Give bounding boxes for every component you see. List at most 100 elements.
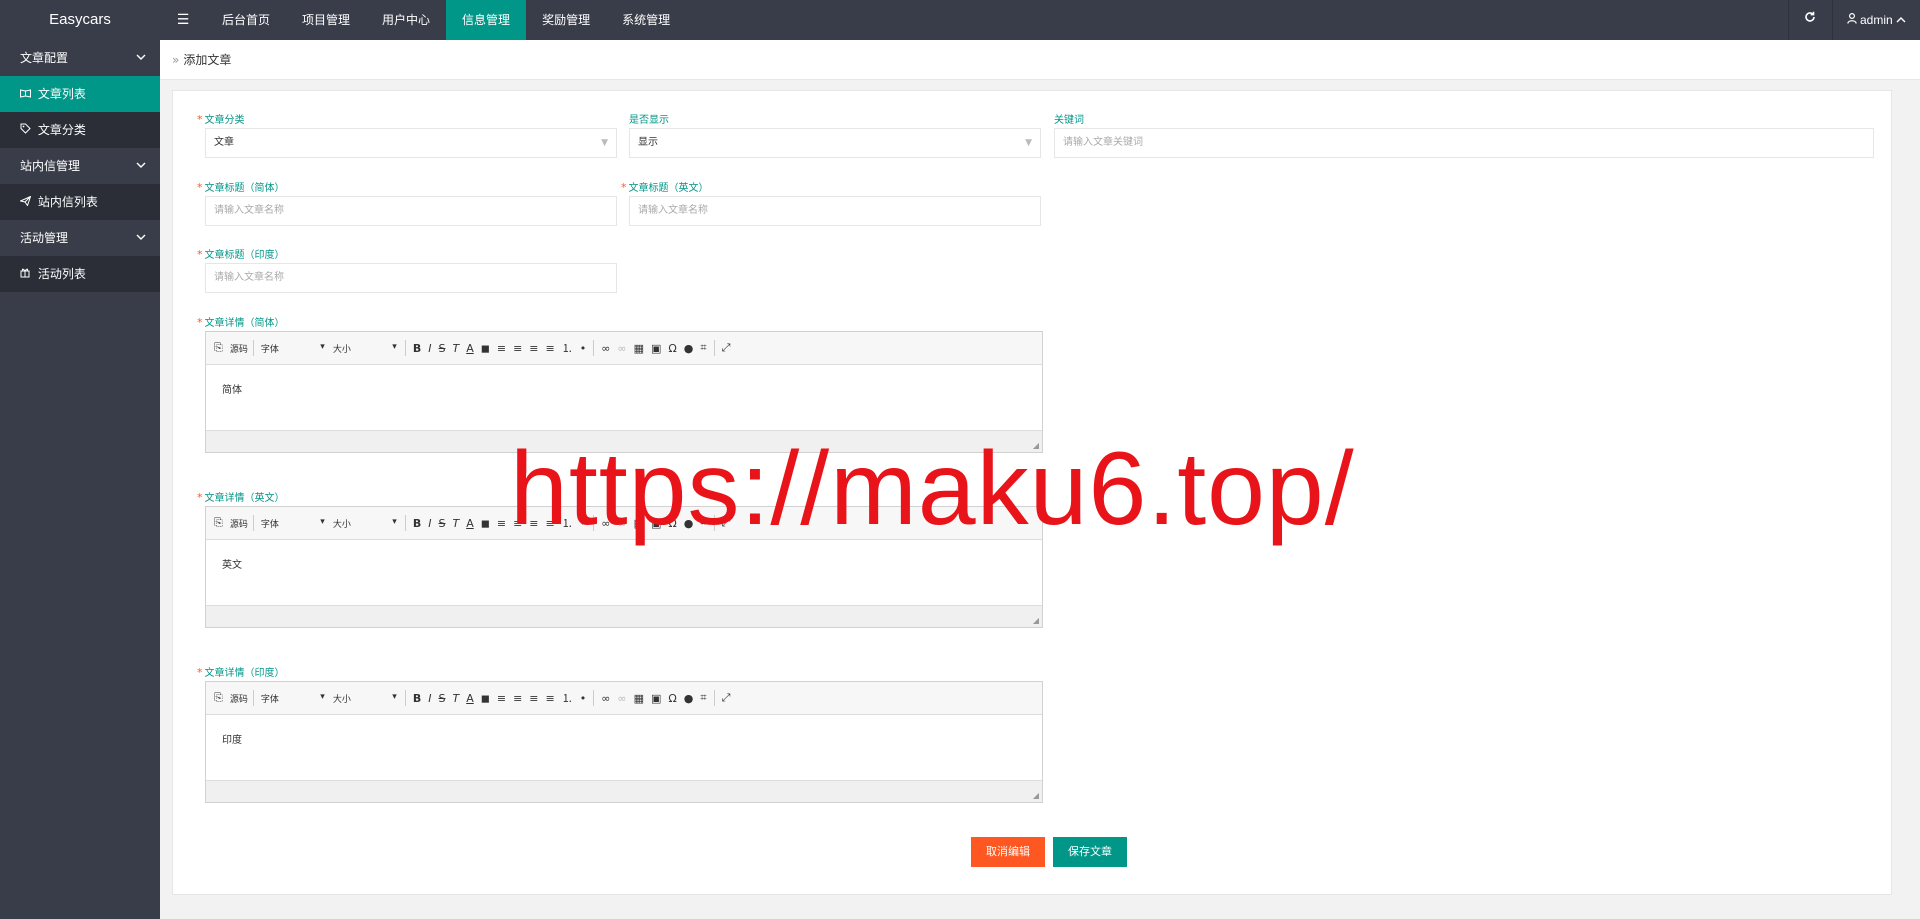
- top-right: admin: [1787, 0, 1920, 40]
- align-left-icon[interactable]: ≡: [497, 342, 506, 355]
- strikethrough-icon[interactable]: S: [438, 517, 445, 530]
- unordered-list-icon[interactable]: •: [580, 692, 587, 705]
- user-menu[interactable]: admin: [1831, 0, 1920, 40]
- table-icon[interactable]: ▦: [634, 692, 644, 705]
- ordered-list-icon[interactable]: ⒈: [562, 690, 573, 706]
- detail-in-label: * 文章详情（印度）: [197, 666, 285, 679]
- sidebar-item-message-list[interactable]: 站内信列表: [0, 184, 160, 220]
- align-right-icon[interactable]: ≡: [529, 342, 538, 355]
- cancel-button[interactable]: 取消编辑: [971, 837, 1045, 867]
- clear-format-icon[interactable]: T: [452, 342, 459, 355]
- app-logo[interactable]: Easycars: [0, 0, 160, 40]
- source-icon[interactable]: ⎘: [214, 341, 223, 355]
- emoji-icon[interactable]: ●: [684, 692, 694, 705]
- sidebar-group-article-config[interactable]: 文章配置: [0, 40, 160, 76]
- font-dropdown[interactable]: 字体 ▾: [261, 692, 325, 705]
- gift-icon: [20, 257, 34, 293]
- align-center-icon[interactable]: ≡: [513, 692, 522, 705]
- save-button[interactable]: 保存文章: [1053, 837, 1127, 867]
- menu-toggle-icon[interactable]: ☰: [160, 0, 206, 40]
- source-icon[interactable]: ⎘: [214, 516, 223, 530]
- sidebar-item-activity-list[interactable]: 活动列表: [0, 256, 160, 292]
- align-left-icon[interactable]: ≡: [497, 692, 506, 705]
- unlink-icon[interactable]: ∞: [617, 692, 626, 705]
- sidebar-item-article-list[interactable]: 文章列表: [0, 76, 160, 112]
- align-justify-icon[interactable]: ≡: [546, 692, 555, 705]
- code-icon[interactable]: ⌗: [700, 341, 706, 355]
- align-left-icon[interactable]: ≡: [497, 517, 506, 530]
- keywords-input[interactable]: 请输入文章关键词: [1054, 128, 1874, 158]
- editor-content[interactable]: 英文: [206, 540, 1042, 605]
- font-color-icon[interactable]: A: [466, 342, 474, 355]
- strikethrough-icon[interactable]: S: [438, 692, 445, 705]
- size-dropdown[interactable]: 大小 ▾: [333, 692, 397, 705]
- font-color-icon[interactable]: A: [466, 692, 474, 705]
- nav-item-rewards[interactable]: 奖励管理: [526, 0, 606, 40]
- strikethrough-icon[interactable]: S: [438, 342, 445, 355]
- background-color-icon[interactable]: ◼: [481, 342, 490, 355]
- refresh-icon[interactable]: [1787, 0, 1832, 40]
- breadcrumb-arrow-icon: »: [172, 53, 180, 67]
- bold-icon[interactable]: B: [413, 517, 421, 530]
- font-dropdown[interactable]: 字体 ▾: [261, 342, 325, 355]
- book-icon: [20, 77, 34, 113]
- italic-icon[interactable]: I: [428, 342, 431, 355]
- background-color-icon[interactable]: ◼: [481, 517, 490, 530]
- rich-editor-in[interactable]: ⎘ 源码 字体 ▾ 大小 ▾ B I S T A ◼ ≡ ≡ ≡ ≡ ⒈ • ∞ ∞ …: [205, 681, 1043, 803]
- editor-content[interactable]: 印度: [206, 715, 1042, 780]
- code-icon[interactable]: ⌗: [700, 691, 706, 705]
- sidebar-group-label: 文章配置: [20, 51, 69, 65]
- italic-icon[interactable]: I: [428, 517, 431, 530]
- font-color-icon[interactable]: A: [466, 517, 474, 530]
- ordered-list-icon[interactable]: ⒈: [562, 340, 573, 356]
- source-button[interactable]: 源码: [230, 517, 248, 530]
- table-icon[interactable]: ▦: [634, 342, 644, 355]
- sidebar-item-article-category[interactable]: 文章分类: [0, 112, 160, 148]
- fullscreen-icon[interactable]: ⤢: [722, 341, 731, 355]
- link-icon[interactable]: ∞: [601, 692, 610, 705]
- background-color-icon[interactable]: ◼: [481, 692, 490, 705]
- nav-item-users[interactable]: 用户中心: [366, 0, 446, 40]
- emoji-icon[interactable]: ●: [684, 342, 694, 355]
- italic-icon[interactable]: I: [428, 692, 431, 705]
- align-center-icon[interactable]: ≡: [513, 342, 522, 355]
- category-select[interactable]: 文章 ▼: [205, 128, 617, 158]
- nav-item-system[interactable]: 系统管理: [606, 0, 686, 40]
- clear-format-icon[interactable]: T: [452, 692, 459, 705]
- image-icon[interactable]: ▣: [651, 692, 661, 705]
- font-dropdown[interactable]: 字体 ▾: [261, 517, 325, 530]
- special-char-icon[interactable]: Ω: [668, 342, 676, 355]
- editor-content[interactable]: 简体: [206, 365, 1042, 430]
- fullscreen-icon[interactable]: ⤢: [722, 691, 731, 705]
- title-in-input[interactable]: 请输入文章名称: [205, 263, 617, 293]
- chevron-down-icon: [136, 148, 146, 184]
- top-bar: Easycars ☰ 后台首页 项目管理 用户中心 信息管理 奖励管理 系统管理…: [0, 0, 1920, 40]
- bold-icon[interactable]: B: [413, 692, 421, 705]
- keywords-label: 关键词: [1054, 115, 1084, 126]
- image-icon[interactable]: ▣: [651, 342, 661, 355]
- nav-item-info[interactable]: 信息管理: [446, 0, 527, 40]
- size-dropdown[interactable]: 大小 ▾: [333, 517, 397, 530]
- resize-handle-icon[interactable]: ◢: [1033, 791, 1039, 800]
- nav-item-home[interactable]: 后台首页: [206, 0, 286, 40]
- display-select[interactable]: 显示 ▼: [629, 128, 1041, 158]
- title-cn-input[interactable]: 请输入文章名称: [205, 196, 617, 226]
- sidebar-item-label: 站内信列表: [37, 195, 98, 209]
- source-icon[interactable]: ⎘: [214, 691, 223, 705]
- sidebar-group-activities[interactable]: 活动管理: [0, 220, 160, 256]
- nav-item-projects[interactable]: 项目管理: [286, 0, 366, 40]
- resize-handle-icon[interactable]: ◢: [1033, 616, 1039, 625]
- unlink-icon[interactable]: ∞: [617, 342, 626, 355]
- bold-icon[interactable]: B: [413, 342, 421, 355]
- size-dropdown[interactable]: 大小 ▾: [333, 342, 397, 355]
- link-icon[interactable]: ∞: [601, 342, 610, 355]
- source-button[interactable]: 源码: [230, 692, 248, 705]
- title-en-input[interactable]: 请输入文章名称: [629, 196, 1041, 226]
- align-right-icon[interactable]: ≡: [529, 692, 538, 705]
- special-char-icon[interactable]: Ω: [668, 692, 676, 705]
- source-button[interactable]: 源码: [230, 342, 248, 355]
- align-justify-icon[interactable]: ≡: [546, 342, 555, 355]
- unordered-list-icon[interactable]: •: [580, 342, 587, 355]
- clear-format-icon[interactable]: T: [452, 517, 459, 530]
- sidebar-group-messages[interactable]: 站内信管理: [0, 148, 160, 184]
